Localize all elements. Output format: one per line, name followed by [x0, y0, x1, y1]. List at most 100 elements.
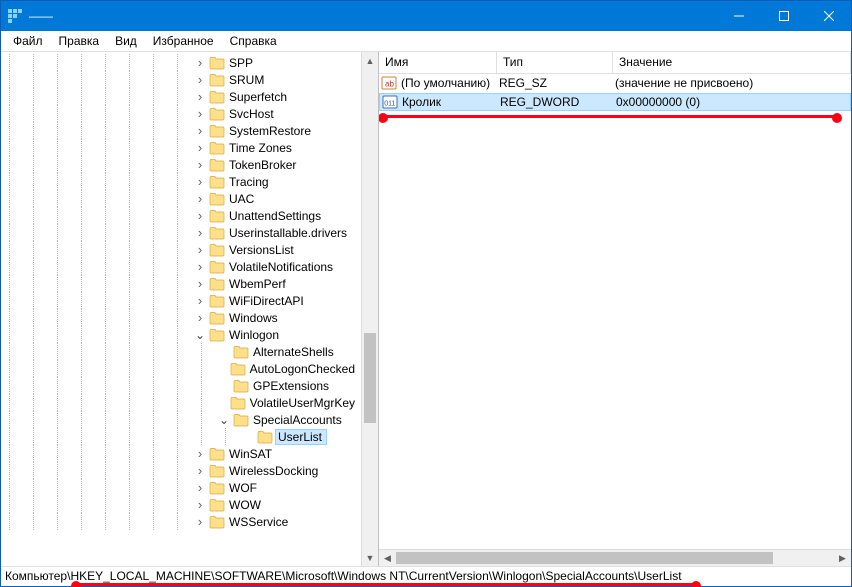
tree-item[interactable]: VolatileNotifications — [1, 258, 361, 275]
dword-value-icon: 011 — [382, 94, 398, 110]
tree-item[interactable]: GPExtensions — [1, 377, 361, 394]
menu-edit[interactable]: Правка — [51, 32, 108, 50]
tree-vertical-scrollbar[interactable]: ▲ ▼ — [361, 52, 378, 566]
menu-file[interactable]: Файл — [5, 32, 51, 50]
expand-icon[interactable] — [193, 73, 207, 87]
expand-icon[interactable] — [193, 107, 207, 121]
value-pane: Имя Тип Значение ab (По умолчанию) REG_S… — [379, 52, 851, 566]
expand-icon[interactable] — [193, 260, 207, 274]
expand-icon[interactable] — [193, 175, 207, 189]
tree-item-label: WirelessDocking — [229, 464, 324, 478]
minimize-button[interactable] — [716, 1, 761, 31]
expand-icon[interactable] — [193, 277, 207, 291]
collapse-icon[interactable] — [217, 413, 231, 427]
header-type[interactable]: Тип — [497, 52, 613, 73]
value-name: Кролик — [402, 95, 441, 109]
header-name[interactable]: Имя — [379, 52, 497, 73]
menu-help[interactable]: Справка — [222, 32, 285, 50]
folder-icon — [209, 175, 225, 189]
tree-item[interactable]: SvcHost — [1, 105, 361, 122]
expand-icon[interactable] — [193, 498, 207, 512]
tree-item[interactable]: Windows — [1, 309, 361, 326]
menu-favorites[interactable]: Избранное — [145, 32, 222, 50]
tree-item[interactable]: AlternateShells — [1, 343, 361, 360]
expand-icon[interactable] — [193, 226, 207, 240]
folder-icon — [209, 73, 225, 87]
list-horizontal-scrollbar[interactable]: ◀ ▶ — [379, 549, 851, 566]
titlebar[interactable]: —— — [1, 1, 851, 31]
value-type: REG_SZ — [499, 76, 547, 90]
folder-icon — [209, 260, 225, 274]
tree-item[interactable]: Time Zones — [1, 139, 361, 156]
tree-item[interactable]: Tracing — [1, 173, 361, 190]
tree-item-label: WinSAT — [229, 447, 278, 461]
tree-item[interactable]: WbemPerf — [1, 275, 361, 292]
folder-icon — [209, 107, 225, 121]
expand-icon[interactable] — [193, 90, 207, 104]
tree-item[interactable]: SPP — [1, 54, 361, 71]
maximize-button[interactable] — [761, 1, 806, 31]
folder-icon — [233, 379, 249, 393]
tree-item[interactable]: WOF — [1, 479, 361, 496]
scroll-up-button[interactable]: ▲ — [362, 52, 378, 69]
tree-item-label: SRUM — [229, 73, 270, 87]
expand-icon[interactable] — [193, 447, 207, 461]
tree-item[interactable]: UserList — [1, 428, 361, 445]
list-row[interactable]: 011 Кролик REG_DWORD 0x00000000 (0) — [379, 93, 851, 112]
status-path: Компьютер\HKEY_LOCAL_MACHINE\SOFTWARE\Mi… — [5, 569, 682, 583]
expand-icon[interactable] — [193, 243, 207, 257]
scroll-thumb[interactable] — [364, 333, 376, 423]
collapse-icon[interactable] — [193, 328, 207, 342]
list-row[interactable]: ab (По умолчанию) REG_SZ (значение не пр… — [379, 74, 851, 93]
tree-item[interactable]: WirelessDocking — [1, 462, 361, 479]
close-button[interactable] — [806, 1, 851, 31]
expand-icon[interactable] — [193, 481, 207, 495]
folder-icon — [209, 243, 225, 257]
scroll-thumb[interactable] — [396, 552, 773, 564]
tree-view[interactable]: SPP SRUMSuperfetchSvcHostSystemRestore Tim… — [1, 52, 361, 566]
list-rows[interactable]: ab (По умолчанию) REG_SZ (значение не пр… — [379, 74, 851, 549]
expand-icon[interactable] — [193, 158, 207, 172]
expand-icon[interactable] — [193, 294, 207, 308]
expand-icon[interactable] — [193, 124, 207, 138]
tree-item-label: Time Zones — [229, 141, 298, 155]
tree-item[interactable]: SpecialAccounts — [1, 411, 361, 428]
svg-text:011: 011 — [384, 100, 395, 107]
tree-item[interactable]: AutoLogonChecked — [1, 360, 361, 377]
tree-item[interactable]: WiFiDirectAPI — [1, 292, 361, 309]
scroll-left-button[interactable]: ◀ — [379, 550, 396, 567]
scroll-down-button[interactable]: ▼ — [362, 549, 378, 566]
tree-item[interactable]: UAC — [1, 190, 361, 207]
expand-icon[interactable] — [193, 56, 207, 70]
menu-view[interactable]: Вид — [107, 32, 145, 50]
expand-icon[interactable] — [193, 192, 207, 206]
tree-item-label: UAC — [229, 192, 260, 206]
tree-item[interactable]: SRUM — [1, 71, 361, 88]
tree-item[interactable]: Winlogon — [1, 326, 361, 343]
folder-icon — [209, 192, 225, 206]
expand-icon[interactable] — [193, 311, 207, 325]
expand-icon[interactable] — [193, 464, 207, 478]
scroll-right-button[interactable]: ▶ — [834, 550, 851, 567]
tree-item[interactable]: UnattendSettings — [1, 207, 361, 224]
expand-icon[interactable] — [193, 141, 207, 155]
tree-item[interactable]: Superfetch — [1, 88, 361, 105]
tree-item[interactable]: WSService — [1, 513, 361, 530]
header-value[interactable]: Значение — [613, 52, 851, 73]
tree-item[interactable]: Userinstallable.drivers — [1, 224, 361, 241]
content-area: SPP SRUMSuperfetchSvcHostSystemRestore Tim… — [1, 52, 851, 566]
tree-item[interactable]: WOW — [1, 496, 361, 513]
tree-item[interactable]: SystemRestore — [1, 122, 361, 139]
window: —— Файл Правка Вид Избранное Справка SPP… — [0, 0, 852, 587]
tree-item[interactable]: TokenBroker — [1, 156, 361, 173]
tree-item-label: Tracing — [229, 175, 275, 189]
folder-icon — [230, 396, 246, 410]
expand-icon[interactable] — [193, 209, 207, 223]
tree-item[interactable]: VersionsList — [1, 241, 361, 258]
tree-item-label: AutoLogonChecked — [250, 362, 361, 376]
tree-item-label: VersionsList — [229, 243, 300, 257]
tree-item-label: Windows — [229, 311, 284, 325]
expand-icon[interactable] — [193, 515, 207, 529]
tree-item[interactable]: VolatileUserMgrKey — [1, 394, 361, 411]
tree-item[interactable]: WinSAT — [1, 445, 361, 462]
